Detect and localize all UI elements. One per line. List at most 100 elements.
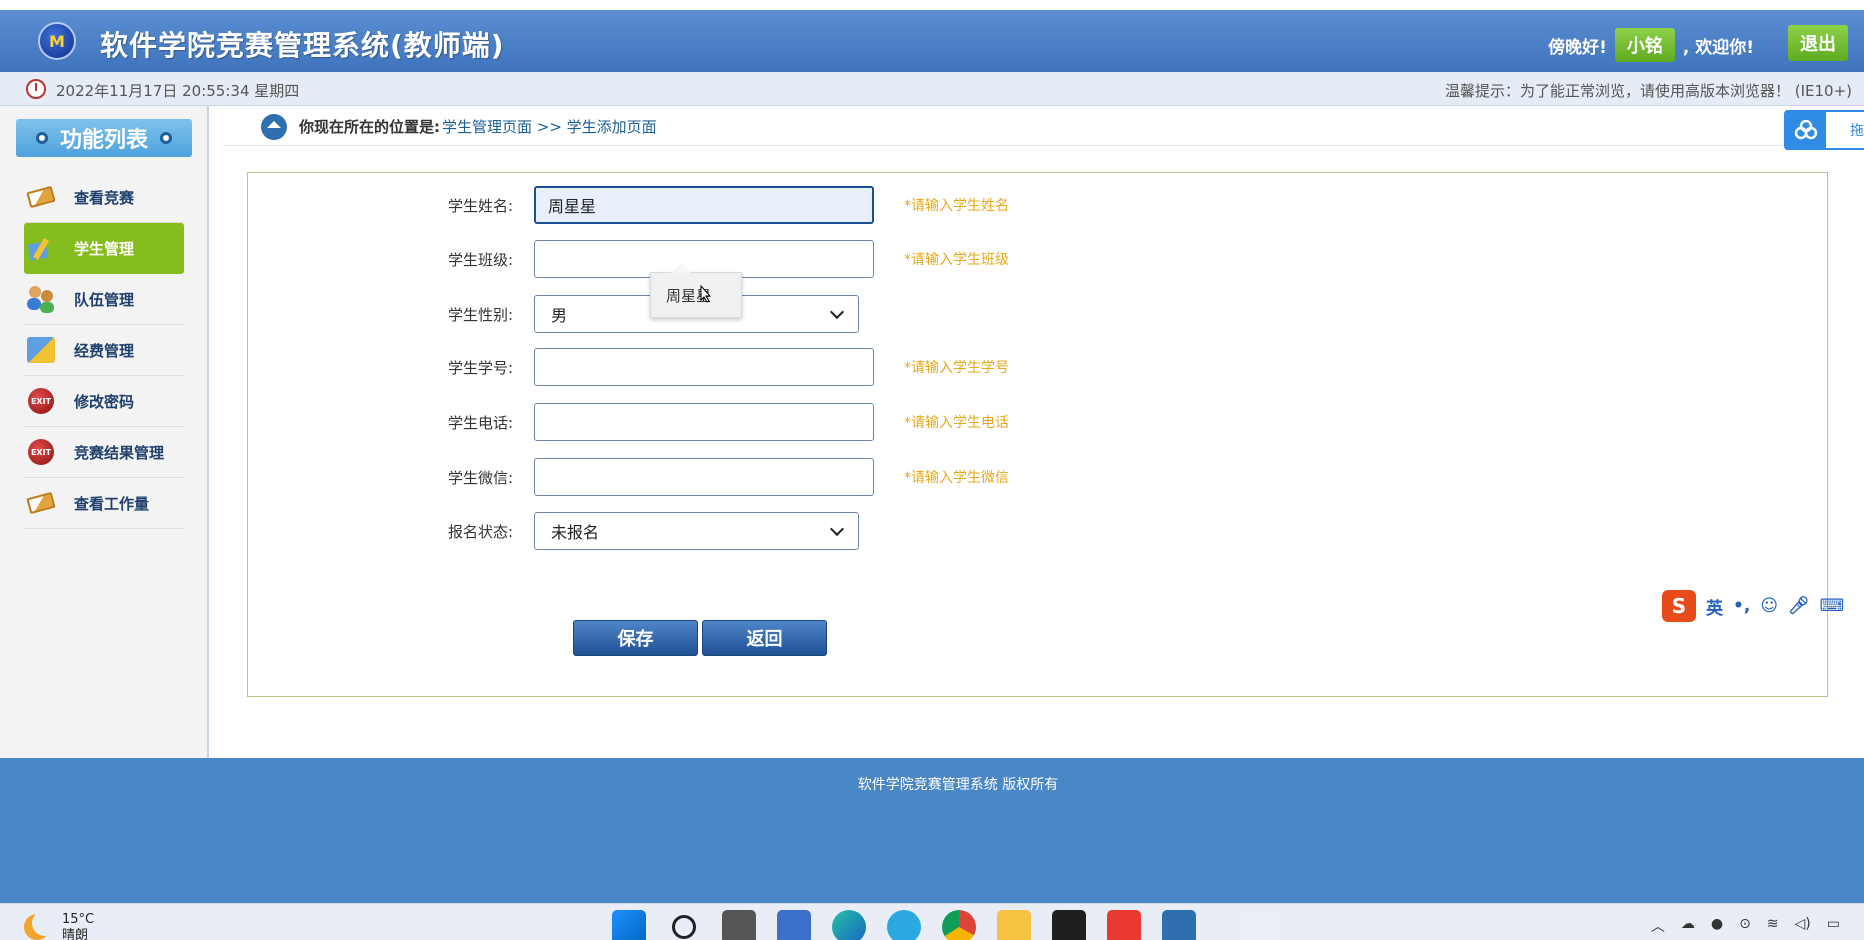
sidebar: 功能列表 查看竞赛 学生管理 队伍管理 经费管理 EXIT 修改密码 EXIT … [0,106,209,758]
mic-icon[interactable]: ⊙ [1739,916,1751,936]
ie-icon[interactable] [887,910,921,940]
phone-label: 学生电话: [448,413,514,432]
sidebar-item-team-management[interactable]: 队伍管理 [24,274,184,325]
temperature: 15°C [62,912,95,927]
student-name-input[interactable]: 周星星 [534,186,874,224]
bullet-icon [160,132,172,144]
row-wechat: 学生微信: *请输入学生微信 [448,457,1009,497]
weather-widget[interactable]: 15°C 晴朗 [22,912,94,940]
taskbar-apps [612,910,1277,940]
keyboard-icon[interactable]: ⌨ [1820,596,1845,616]
info-bar: 2022年11月17日 20:55:34 星期四 温馨提示：为了能正常浏览，请使… [0,72,1864,106]
wechat-hint: *请输入学生微信 [904,470,1009,486]
sidebar-item-view-competitions[interactable]: 查看竞赛 [24,172,184,223]
breadcrumb: 你现在所在的位置是: 学生管理页面 >> 学生添加页面 [223,108,1864,146]
sidebar-item-change-password[interactable]: EXIT 修改密码 [24,376,184,427]
chevron-up-icon[interactable]: ︿ [1651,916,1665,936]
sidebar-item-label: 查看工作量 [74,494,150,513]
ime-language-toggle[interactable]: 英 [1706,594,1723,619]
breadcrumb-path[interactable]: 学生管理页面 >> 学生添加页面 [442,116,657,137]
status-selected: 未报名 [551,523,600,542]
bullet-icon [35,132,48,144]
book-icon [24,486,58,520]
mouse-cursor-icon [700,285,712,303]
back-button[interactable]: 返回 [702,620,827,656]
moon-icon [32,910,58,936]
exit-icon: EXIT [24,435,58,469]
class-hint: *请输入学生班级 [904,252,1009,268]
wifi-icon[interactable]: ≋ [1767,916,1779,936]
class-label: 学生班级: [448,250,514,269]
row-name: 学生姓名: 周星星 *请输入学生姓名 [448,185,1009,225]
chevron-down-icon [829,521,845,537]
phone-hint: *请输入学生电话 [904,415,1009,431]
edge-icon[interactable] [832,910,866,940]
student-wechat-input[interactable] [534,458,874,496]
app-icon[interactable] [777,910,811,940]
breadcrumb-label: 你现在所在的位置是: [299,118,440,136]
autocomplete-suggestion[interactable]: 周星星 [650,263,742,318]
cloud-icon [1786,110,1826,150]
top-header: M 软件学院竞赛管理系统(教师端) 傍晚好! 小铭 , 欢迎你! 退出 [0,10,1864,72]
sidebar-item-student-management[interactable]: 学生管理 [24,223,184,274]
ime-punctuation-toggle[interactable]: •, [1733,596,1750,616]
sidebar-item-results-management[interactable]: EXIT 竞赛结果管理 [24,427,184,478]
student-id-input[interactable] [534,348,874,386]
battery-icon[interactable]: ▭ [1827,916,1840,936]
mic-icon[interactable]: 🎤︎ [1788,596,1810,616]
home-icon[interactable] [261,113,287,140]
sidebar-title: 功能列表 [16,119,192,157]
gender-label: 学生性别: [448,305,514,324]
sidebar-item-label: 修改密码 [74,392,135,411]
team-icon [24,282,58,316]
sogou-ime-icon[interactable]: S [1662,590,1696,622]
copyright-text: 软件学院竞赛管理系统 版权所有 [857,777,1059,793]
weather-text: 15°C 晴朗 [62,912,94,940]
greeting-prefix: 傍晚好! [1548,37,1607,58]
student-icon [24,232,58,266]
search-icon[interactable] [672,915,696,939]
browser-tip: 温馨提示：为了能正常浏览，请使用高版本浏览器！ (IE10+) [1444,82,1852,100]
student-id-label: 学生学号: [448,358,514,377]
clock-icon [26,79,46,99]
emoji-icon[interactable]: ☺ [1760,596,1778,616]
sidebar-item-finance-management[interactable]: 经费管理 [24,325,184,376]
row-phone: 学生电话: *请输入学生电话 [448,402,1009,442]
sidebar-title-label: 功能列表 [59,128,148,153]
volume-icon[interactable]: ◁) [1795,916,1811,936]
file-explorer-icon[interactable] [997,910,1031,940]
photos-icon[interactable] [1162,910,1196,940]
sidebar-item-label: 队伍管理 [74,290,135,309]
greeting: 傍晚好! 小铭 , 欢迎你! [1548,28,1754,62]
logout-button[interactable]: 退出 [1788,25,1848,61]
windows-start-icon[interactable] [612,910,646,940]
chrome-icon[interactable] [942,910,976,940]
exit-icon: EXIT [24,384,58,418]
registration-status-select[interactable]: 未报名 [534,512,859,550]
os-taskbar: 15°C 晴朗 ︿ ☁ ● ⊙ ≋ ◁) ▭ [0,903,1864,940]
row-student-id: 学生学号: *请输入学生学号 [448,347,1009,387]
row-status: 报名状态: 未报名 [448,511,859,551]
save-button[interactable]: 保存 [573,620,698,656]
sidebar-item-label: 经费管理 [74,341,135,360]
book-icon [24,180,58,214]
app-logo: M [38,22,76,60]
weather-condition: 晴朗 [62,928,89,940]
gender-selected: 男 [551,306,568,325]
sidebar-item-view-workload[interactable]: 查看工作量 [24,478,184,529]
sidebar-menu: 查看竞赛 学生管理 队伍管理 经费管理 EXIT 修改密码 EXIT 竞赛结果管… [24,172,184,529]
widget-label: 拖 [1850,123,1864,139]
wechat-label: 学生微信: [448,468,514,487]
name-hint: *请输入学生姓名 [904,198,1009,214]
task-view-icon[interactable] [722,910,756,940]
baidu-netdisk-icon[interactable] [1243,910,1277,940]
wps-icon[interactable] [1107,910,1141,940]
cloud-icon[interactable]: ☁ [1681,916,1695,936]
greeting-suffix: , 欢迎你! [1682,37,1754,58]
floating-widget[interactable]: 拖 [1784,110,1864,150]
qq-icon[interactable]: ● [1711,916,1723,936]
intellij-icon[interactable] [1052,910,1086,940]
student-phone-input[interactable] [534,403,874,441]
username-button[interactable]: 小铭 [1614,28,1675,62]
sidebar-item-label: 学生管理 [74,240,135,258]
